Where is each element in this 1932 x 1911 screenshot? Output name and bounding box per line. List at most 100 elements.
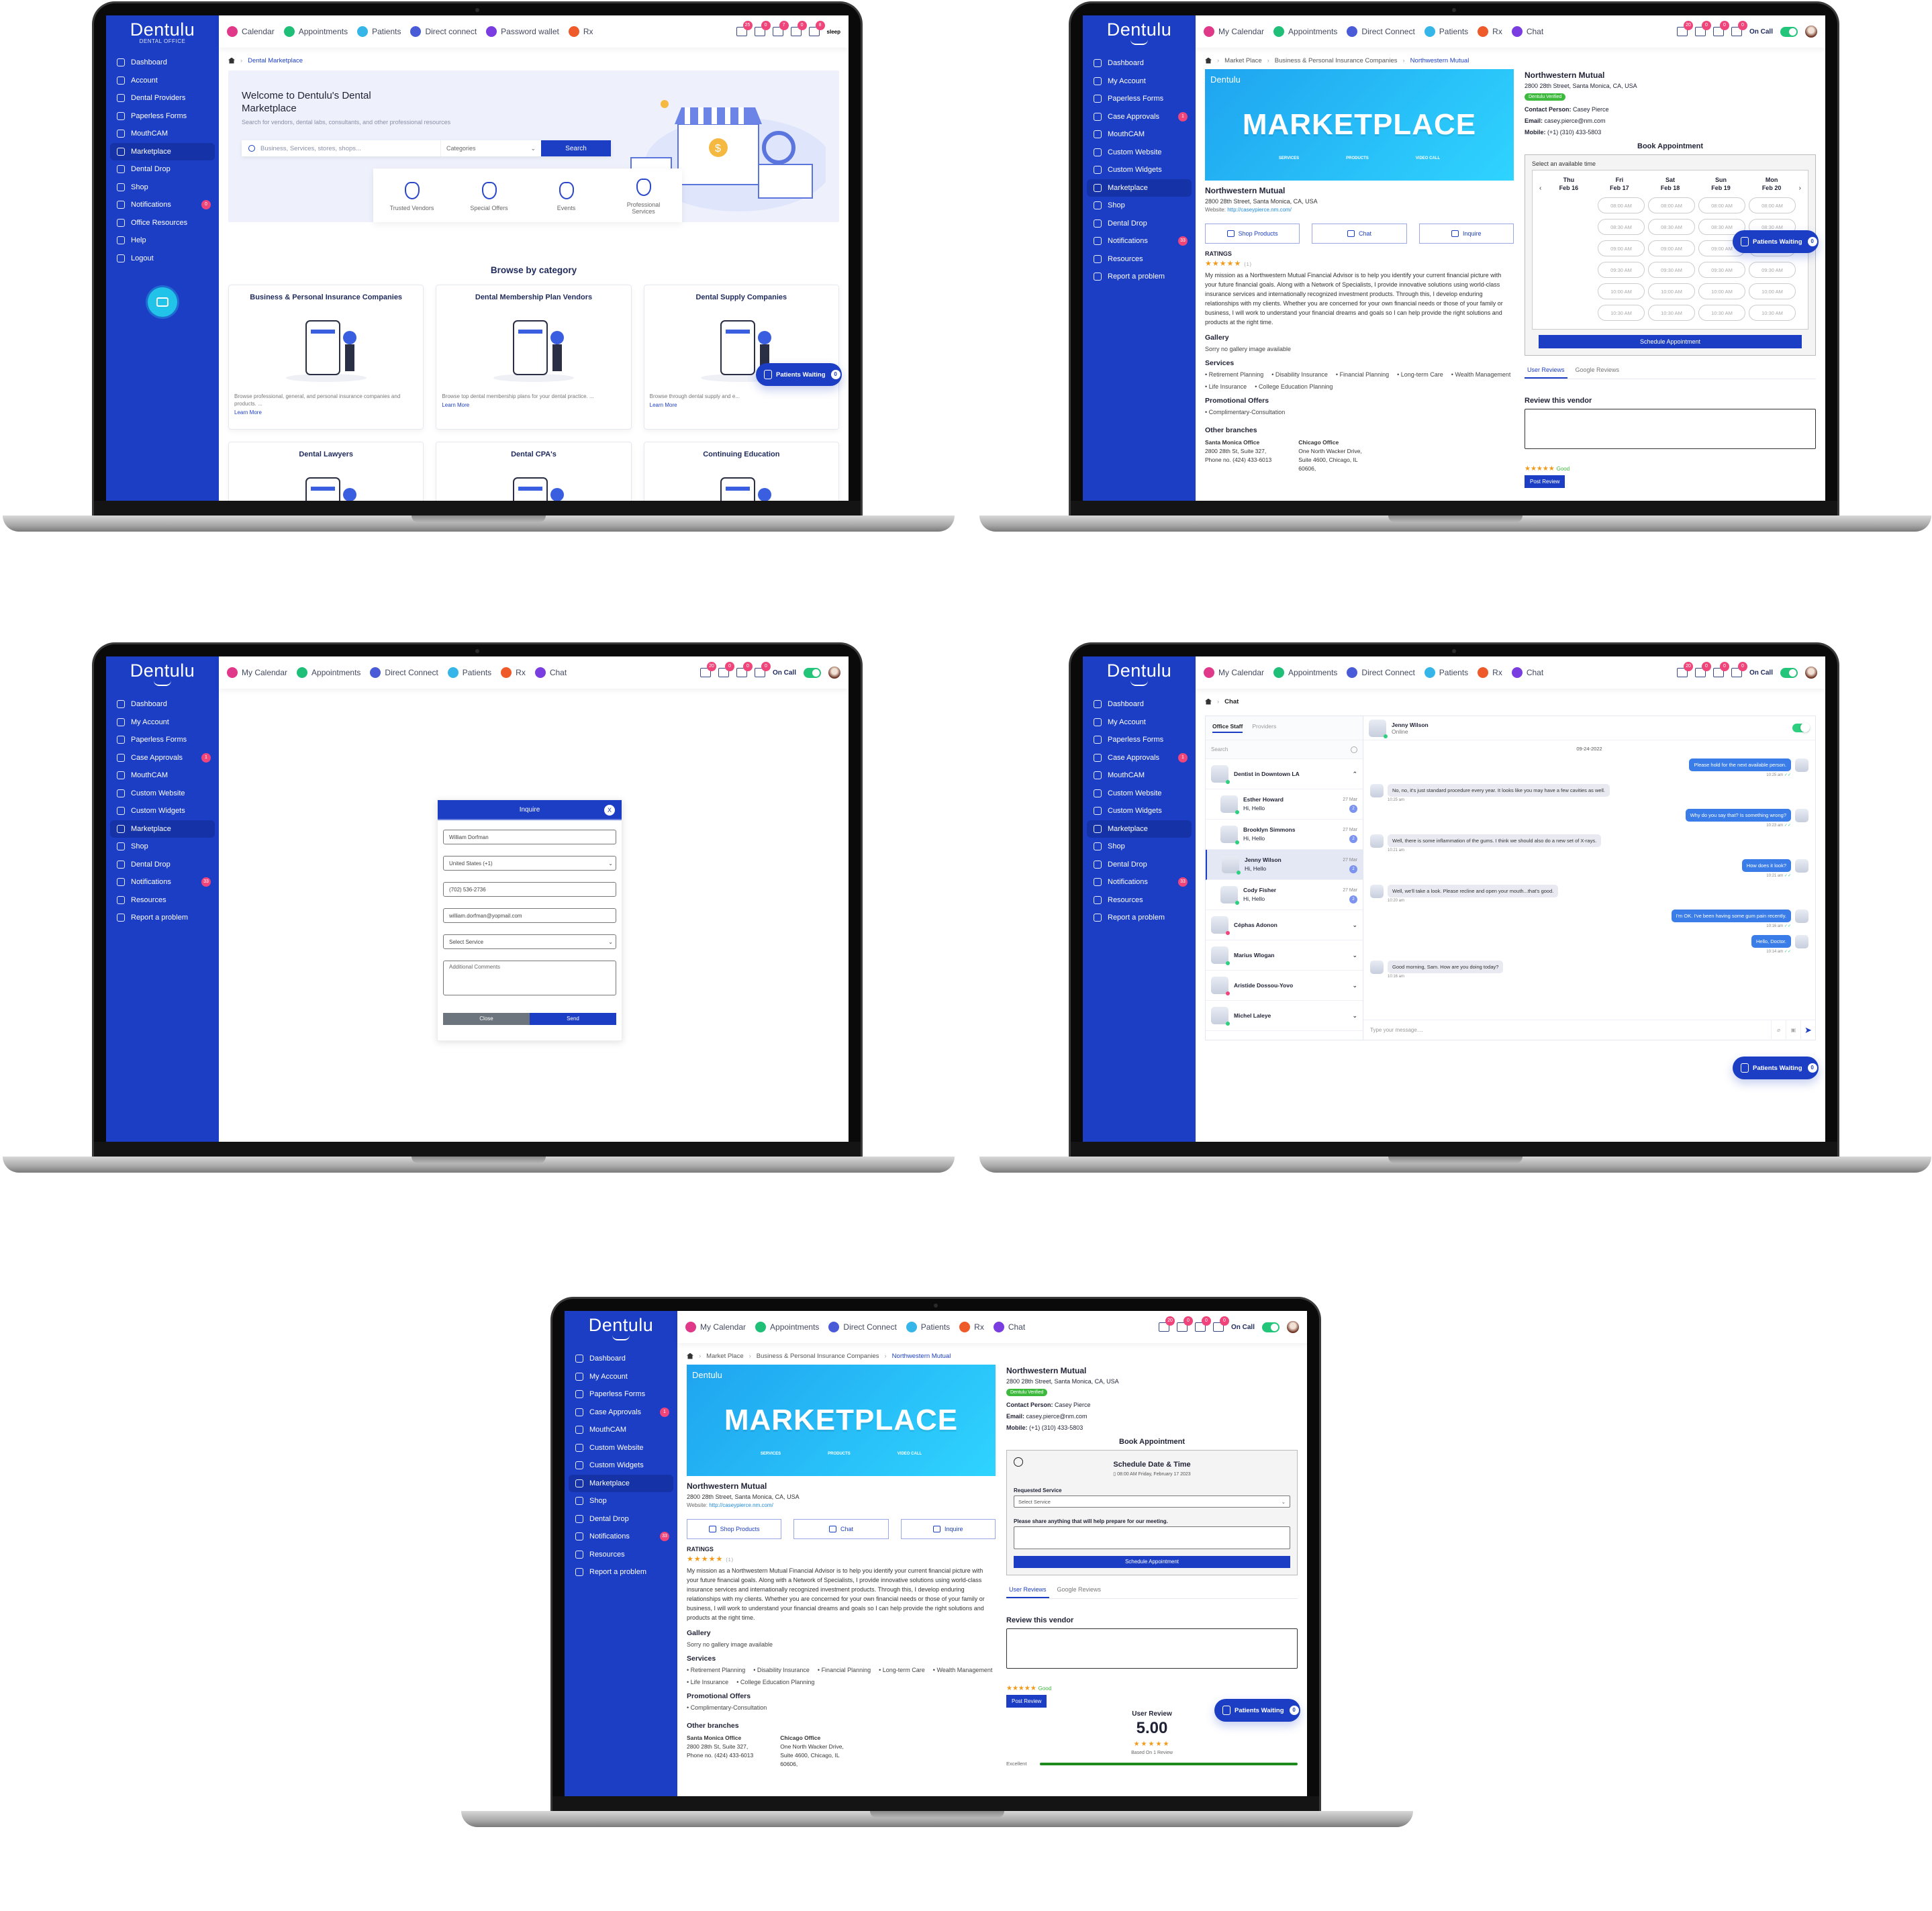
tab-user-reviews[interactable]: User Reviews bbox=[1525, 364, 1567, 379]
sidebar-item-case-approvals[interactable]: Case Approvals 1 bbox=[110, 749, 215, 767]
sidebar-item-shop[interactable]: Shop bbox=[569, 1492, 673, 1510]
comments-textarea[interactable]: Additional Comments bbox=[443, 961, 616, 995]
chat-search-input[interactable]: Search bbox=[1206, 740, 1363, 759]
category-card[interactable]: Continuing Education bbox=[643, 442, 839, 501]
breadcrumb-item[interactable]: Business & Personal Insurance Companies bbox=[757, 1353, 879, 1360]
requested-service-select[interactable]: Select Service ⌄ bbox=[1014, 1496, 1290, 1508]
bell-icon[interactable]: 8 bbox=[808, 21, 825, 36]
topnav-direct-connect[interactable]: Direct Connect bbox=[370, 667, 438, 678]
messages-icon[interactable]: 0 bbox=[1731, 662, 1747, 677]
website-link[interactable]: http://caseypierce.nm.com/ bbox=[709, 1502, 773, 1508]
time-slot[interactable]: 09:30 AM bbox=[1749, 262, 1796, 278]
chat-group[interactable]: Marius Wlogan ⌄ bbox=[1206, 940, 1363, 971]
sidebar-item-dental-drop[interactable]: Dental Drop bbox=[1087, 856, 1192, 874]
cart-icon[interactable]: 20 bbox=[699, 662, 716, 677]
sidebar-item-dental-drop[interactable]: Dental Drop bbox=[1087, 215, 1192, 233]
sidebar-item-report-a-problem[interactable]: Report a problem bbox=[569, 1563, 673, 1581]
shop-products-button[interactable]: Shop Products bbox=[1205, 224, 1300, 244]
sidebar-item-case-approvals[interactable]: Case Approvals 1 bbox=[569, 1404, 673, 1422]
website-link[interactable]: http://caseypierce.nm.com/ bbox=[1227, 207, 1292, 213]
message-input[interactable]: Type your message.... bbox=[1363, 1027, 1771, 1033]
chat-group[interactable]: Dentist in Downtown LA ⌃ bbox=[1206, 759, 1363, 789]
reports-icon[interactable]: 7 bbox=[772, 21, 789, 36]
back-icon[interactable] bbox=[1014, 1457, 1023, 1467]
send-button[interactable]: Send bbox=[530, 1013, 616, 1025]
cart-icon[interactable]: 20 bbox=[1676, 662, 1693, 677]
topnav-chat[interactable]: Chat bbox=[1511, 26, 1543, 37]
topnav-patients[interactable]: Patients bbox=[906, 1322, 950, 1332]
name-field[interactable]: William Dorfman bbox=[443, 830, 616, 844]
user-avatar[interactable] bbox=[1805, 667, 1817, 679]
category-card[interactable]: Business & Personal Insurance Companies B… bbox=[228, 285, 424, 430]
sidebar-item-logout[interactable]: Logout bbox=[110, 250, 215, 268]
reports-icon[interactable]: 0 bbox=[1712, 21, 1729, 36]
time-slot[interactable]: 10:00 AM bbox=[1598, 283, 1645, 299]
sidebar-item-mouthcam[interactable]: MouthCAM bbox=[1087, 126, 1192, 144]
topnav-rx[interactable]: Rx bbox=[1478, 667, 1502, 678]
inquire-button[interactable]: Inquire bbox=[900, 1519, 996, 1539]
time-slot[interactable]: 08:00 AM bbox=[1648, 197, 1695, 213]
sidebar-item-shop[interactable]: Shop bbox=[1087, 838, 1192, 856]
lab-orders-icon[interactable]: 0 bbox=[1176, 1316, 1193, 1332]
topnav-patients[interactable]: Patients bbox=[1424, 26, 1468, 37]
sidebar-item-custom-widgets[interactable]: Custom Widgets bbox=[1087, 161, 1192, 179]
breadcrumb-item[interactable]: Market Place bbox=[706, 1353, 743, 1360]
time-slot[interactable]: 10:00 AM bbox=[1749, 283, 1796, 299]
chat-button[interactable]: Chat bbox=[1312, 224, 1407, 244]
sidebar-item-marketplace[interactable]: Marketplace bbox=[1087, 820, 1192, 838]
contact-email[interactable]: casey.pierce@nm.com bbox=[1026, 1413, 1088, 1420]
time-slot[interactable]: 10:00 AM bbox=[1698, 283, 1745, 299]
sidebar-item-my-account[interactable]: My Account bbox=[569, 1368, 673, 1386]
shop-products-button[interactable]: Shop Products bbox=[687, 1519, 782, 1539]
next-week-icon[interactable]: › bbox=[1799, 185, 1801, 192]
conversation-item[interactable]: Jenny Wilson Hi, Hello 27 Mar 2 bbox=[1206, 850, 1363, 880]
user-avatar[interactable] bbox=[1805, 26, 1817, 38]
time-slot[interactable]: 10:30 AM bbox=[1749, 305, 1796, 321]
topnav-calendar[interactable]: Calendar bbox=[227, 26, 275, 37]
service-select[interactable]: Select Service ⌄ bbox=[443, 934, 616, 949]
on-call-toggle[interactable] bbox=[1780, 667, 1798, 678]
sidebar-item-dental-drop[interactable]: Dental Drop bbox=[569, 1510, 673, 1528]
sidebar-item-resources[interactable]: Resources bbox=[569, 1546, 673, 1564]
sidebar-item-marketplace[interactable]: Marketplace bbox=[569, 1474, 673, 1492]
sidebar-item-my-account[interactable]: My Account bbox=[1087, 72, 1192, 91]
sidebar-item-dental-drop[interactable]: Dental Drop bbox=[110, 856, 215, 874]
quick-link-events[interactable]: Events bbox=[540, 182, 593, 211]
time-slot[interactable]: 09:30 AM bbox=[1648, 262, 1695, 278]
topnav-patients[interactable]: Patients bbox=[447, 667, 491, 678]
sidebar-item-dental-drop[interactable]: Dental Drop bbox=[110, 160, 215, 179]
reports-icon[interactable]: 0 bbox=[1194, 1316, 1211, 1332]
breadcrumb-item[interactable]: Market Place bbox=[1224, 57, 1261, 64]
user-avatar[interactable] bbox=[1287, 1321, 1299, 1333]
sidebar-item-shop[interactable]: Shop bbox=[110, 179, 215, 197]
chat-group[interactable]: Céphas Adonon ⌄ bbox=[1206, 910, 1363, 940]
on-call-toggle[interactable] bbox=[804, 667, 821, 678]
sidebar-item-shop[interactable]: Shop bbox=[110, 838, 215, 856]
topnav-appointments[interactable]: Appointments bbox=[283, 26, 348, 37]
time-slot[interactable]: 10:30 AM bbox=[1598, 305, 1645, 321]
topnav-my-calendar[interactable]: My Calendar bbox=[685, 1322, 746, 1332]
sidebar-item-my-account[interactable]: My Account bbox=[110, 714, 215, 732]
patients-waiting-button[interactable]: Patients Waiting 0 bbox=[1214, 1699, 1300, 1722]
topnav-chat[interactable]: Chat bbox=[534, 667, 567, 678]
sidebar-item-paperless-forms[interactable]: Paperless Forms bbox=[569, 1385, 673, 1404]
conversation-item[interactable]: Cody Fisher Hi, Hello 27 Mar 2 bbox=[1206, 880, 1363, 910]
home-icon[interactable] bbox=[1205, 698, 1212, 705]
contact-email[interactable]: casey.pierce@nm.com bbox=[1545, 117, 1606, 124]
sidebar-item-dashboard[interactable]: Dashboard bbox=[1087, 54, 1192, 72]
sidebar-item-marketplace[interactable]: Marketplace bbox=[110, 820, 215, 838]
messages-icon[interactable]: 0 bbox=[790, 21, 807, 36]
meeting-notes-textarea[interactable] bbox=[1014, 1526, 1290, 1549]
sidebar-item-office-resources[interactable]: Office Resources bbox=[110, 214, 215, 232]
cart-icon[interactable]: 20 bbox=[1676, 21, 1693, 36]
sidebar-item-notifications[interactable]: Notifications 33 bbox=[110, 873, 215, 891]
conversation-item[interactable]: Esther Howard Hi, Hello 27 Mar 2 bbox=[1206, 789, 1363, 820]
patients-waiting-button[interactable]: Patients Waiting 0 bbox=[756, 363, 842, 386]
post-review-button[interactable]: Post Review bbox=[1525, 475, 1565, 488]
attach-icon[interactable]: ⌀ bbox=[1771, 1020, 1786, 1040]
time-slot[interactable]: 10:30 AM bbox=[1648, 305, 1695, 321]
sidebar-item-help[interactable]: Help bbox=[110, 232, 215, 250]
topnav-password-wallet[interactable]: Password wallet bbox=[486, 26, 559, 37]
conversation-item[interactable]: Brooklyn Simmons Hi, Hello 27 Mar 2 bbox=[1206, 820, 1363, 850]
topnav-direct-connect[interactable]: Direct Connect bbox=[1347, 667, 1415, 678]
